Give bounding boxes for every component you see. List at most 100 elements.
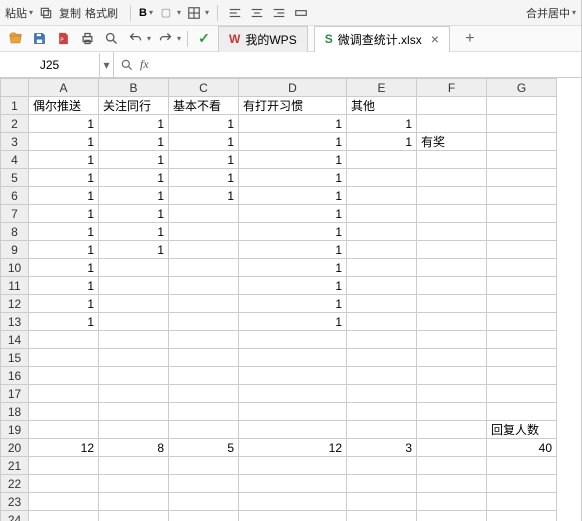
merge-center-label[interactable]: 合并居中	[526, 5, 570, 21]
undo-icon[interactable]	[125, 29, 145, 49]
border-icon[interactable]	[185, 4, 203, 22]
open-folder-icon[interactable]	[5, 29, 25, 49]
cell[interactable]	[417, 385, 487, 403]
cell[interactable]: 1	[29, 241, 99, 259]
cell[interactable]	[417, 115, 487, 133]
cell[interactable]	[487, 385, 557, 403]
cell[interactable]: 1	[99, 115, 169, 133]
cell[interactable]	[417, 205, 487, 223]
cell[interactable]	[487, 169, 557, 187]
cell[interactable]	[417, 493, 487, 511]
cell[interactable]	[347, 151, 417, 169]
cell[interactable]: 1	[29, 151, 99, 169]
row-header-16[interactable]: 16	[1, 367, 29, 385]
cell[interactable]	[487, 313, 557, 331]
cell[interactable]: 1	[347, 115, 417, 133]
cell[interactable]	[417, 187, 487, 205]
row-header-9[interactable]: 9	[1, 241, 29, 259]
cell[interactable]	[487, 331, 557, 349]
cell[interactable]	[417, 457, 487, 475]
cell[interactable]	[417, 259, 487, 277]
name-box-input[interactable]	[0, 53, 100, 77]
cell[interactable]	[99, 277, 169, 295]
row-header-15[interactable]: 15	[1, 349, 29, 367]
cell[interactable]	[169, 457, 239, 475]
cell[interactable]	[417, 331, 487, 349]
format-brush-label[interactable]: 格式刷	[85, 5, 118, 21]
cell[interactable]: 1	[239, 187, 347, 205]
cell[interactable]: 3	[347, 439, 417, 457]
cell[interactable]	[487, 277, 557, 295]
cell[interactable]: 1	[169, 187, 239, 205]
cell[interactable]	[99, 511, 169, 521]
row-header-21[interactable]: 21	[1, 457, 29, 475]
col-header-C[interactable]: C	[169, 79, 239, 97]
copy-label[interactable]: 复制	[59, 5, 81, 21]
cell[interactable]	[487, 223, 557, 241]
cell[interactable]	[347, 457, 417, 475]
cell[interactable]	[99, 493, 169, 511]
cell[interactable]: 12	[239, 439, 347, 457]
cell[interactable]	[347, 169, 417, 187]
cell[interactable]	[29, 421, 99, 439]
row-header-12[interactable]: 12	[1, 295, 29, 313]
cell[interactable]: 1	[29, 277, 99, 295]
cell[interactable]	[487, 511, 557, 521]
cell[interactable]	[169, 475, 239, 493]
cell[interactable]: 1	[239, 169, 347, 187]
col-header-G[interactable]: G	[487, 79, 557, 97]
cell[interactable]	[417, 421, 487, 439]
cell[interactable]: 基本不看	[169, 97, 239, 115]
close-icon[interactable]: ×	[431, 31, 439, 47]
cell[interactable]	[99, 385, 169, 403]
cell[interactable]	[487, 97, 557, 115]
cell[interactable]	[169, 511, 239, 521]
cell[interactable]	[487, 403, 557, 421]
cell[interactable]	[169, 223, 239, 241]
col-header-A[interactable]: A	[29, 79, 99, 97]
bold-button[interactable]: B	[139, 7, 147, 19]
cell[interactable]	[417, 295, 487, 313]
cell[interactable]	[487, 457, 557, 475]
row-header-14[interactable]: 14	[1, 331, 29, 349]
cell[interactable]	[347, 331, 417, 349]
cell[interactable]	[487, 475, 557, 493]
cell[interactable]	[487, 349, 557, 367]
cell[interactable]	[487, 133, 557, 151]
cell[interactable]: 8	[99, 439, 169, 457]
col-header-E[interactable]: E	[347, 79, 417, 97]
pdf-icon[interactable]: P	[53, 29, 73, 49]
row-header-22[interactable]: 22	[1, 475, 29, 493]
cell[interactable]: 1	[239, 205, 347, 223]
tab-current-file[interactable]: S 微调查统计.xlsx ×	[314, 26, 450, 52]
cell[interactable]	[29, 331, 99, 349]
row-header-20[interactable]: 20	[1, 439, 29, 457]
cell[interactable]	[487, 367, 557, 385]
cell[interactable]	[347, 421, 417, 439]
cell[interactable]: 1	[99, 151, 169, 169]
cell[interactable]	[417, 169, 487, 187]
cell[interactable]	[239, 421, 347, 439]
zoom-fx-icon[interactable]	[120, 58, 134, 72]
cell[interactable]	[487, 151, 557, 169]
cell[interactable]: 1	[239, 295, 347, 313]
cell[interactable]: 1	[29, 313, 99, 331]
row-header-19[interactable]: 19	[1, 421, 29, 439]
cell[interactable]	[347, 313, 417, 331]
undo-dd-icon[interactable]: ▾	[147, 34, 151, 43]
cell[interactable]: 1	[29, 295, 99, 313]
cell[interactable]: 1	[99, 169, 169, 187]
cell[interactable]	[347, 403, 417, 421]
cell[interactable]	[417, 367, 487, 385]
print-icon[interactable]	[77, 29, 97, 49]
cell[interactable]	[417, 511, 487, 521]
cell[interactable]: 1	[239, 241, 347, 259]
row-header-10[interactable]: 10	[1, 259, 29, 277]
cell[interactable]	[169, 493, 239, 511]
cell[interactable]	[169, 367, 239, 385]
fx-icon[interactable]: fx	[140, 57, 149, 72]
cell[interactable]	[347, 385, 417, 403]
copy-icon[interactable]	[37, 4, 55, 22]
cell[interactable]	[169, 241, 239, 259]
cell[interactable]	[487, 115, 557, 133]
